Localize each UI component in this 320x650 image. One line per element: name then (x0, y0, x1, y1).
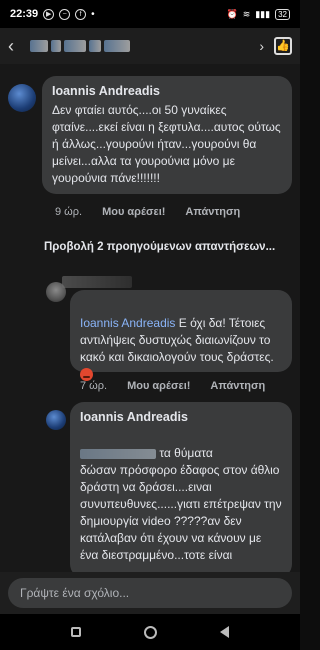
comment-bubble: Ioannis Andreadis τα θύματα δώσαν πρόσφο… (70, 402, 292, 572)
system-nav-bar (0, 614, 300, 650)
recent-apps-icon[interactable] (71, 627, 82, 637)
back-arrow-icon[interactable]: ‹ (8, 36, 24, 57)
back-icon[interactable] (219, 626, 229, 638)
comment-actions: 9 ώρ. Μου αρέσει! Απάντηση (55, 206, 240, 218)
like-thumb-icon[interactable]: 👍 (274, 37, 292, 55)
comment-text-suffix: τα θύματα (156, 446, 213, 460)
post-header: ‹ › 👍 (0, 28, 300, 64)
home-icon[interactable] (143, 625, 157, 639)
comment-bubble: Ioannis Andreadis Δεν φταίει αυτός....οι… (42, 76, 292, 194)
comment-time: 9 ώρ. (55, 206, 83, 218)
more-notifications-icon: • (91, 8, 95, 20)
comment-time: 7 ώρ. (80, 380, 108, 392)
redacted-commenter-name (62, 276, 132, 288)
redacted-post-author (30, 40, 130, 52)
status-time: 22:39 (10, 8, 39, 20)
wifi-icon: ≋ (242, 8, 251, 19)
redacted-mention (80, 448, 156, 459)
comment-author[interactable]: Ioannis Andreadis (52, 84, 282, 98)
messenger-icon: ~ (59, 8, 71, 20)
signal-icon: ▮▮▮ (255, 8, 271, 19)
comment-text: δώσαν πρόσφορο έδαφος στον άθλιο δράστη … (80, 463, 282, 562)
reply-button[interactable]: Απάντηση (185, 206, 240, 218)
like-button[interactable]: Μου αρέσει! (102, 206, 165, 218)
reply-button[interactable]: Απάντηση (210, 380, 265, 392)
comment-input[interactable]: Γράψτε ένα σχόλιο... (8, 578, 292, 608)
comment-bubble: Ioannis Andreadis Ε όχι δα! Τέτοιες αντι… (70, 290, 292, 382)
comment-composer: Γράψτε ένα σχόλιο... (0, 572, 300, 614)
avatar[interactable] (8, 84, 36, 112)
view-previous-replies-link[interactable]: Προβολή 2 προηγούμενων απαντήσεων... (44, 241, 275, 253)
battery-icon: 32 (275, 8, 290, 20)
like-button[interactable]: Μου αρέσει! (127, 380, 190, 392)
status-bar: 22:39 ▶ ~ f • ⏰ ≋ ▮▮▮ 32 (0, 0, 300, 28)
alarm-icon: ⏰ (226, 8, 238, 19)
avatar[interactable] (46, 410, 66, 430)
mention-link[interactable]: Ioannis Andreadis (80, 316, 175, 330)
comment-author[interactable]: Ioannis Andreadis (80, 410, 282, 424)
comment-thread: Ioannis Andreadis Δεν φταίει αυτός....οι… (0, 64, 300, 572)
comment-actions: 7 ώρ. Μου αρέσει! Απάντηση (80, 380, 265, 392)
facebook-icon: f (75, 8, 87, 20)
comment-text: Δεν φταίει αυτός....οι 50 γυναίκες φταίν… (52, 103, 281, 185)
youtube-icon: ▶ (43, 8, 55, 20)
chevron-right-icon[interactable]: › (259, 38, 264, 54)
